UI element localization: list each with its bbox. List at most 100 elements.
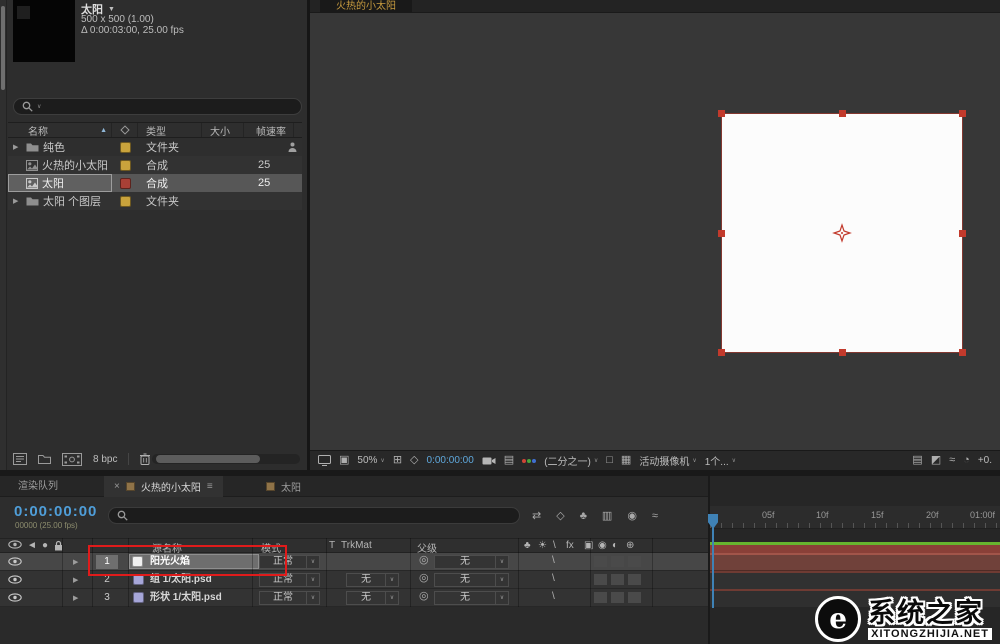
selected-layer-bounds[interactable] — [722, 114, 962, 352]
twirl-icon[interactable]: ▶ — [13, 197, 22, 205]
project-search-box[interactable]: ∨ — [13, 98, 302, 115]
column-header-size[interactable]: 大小 — [202, 123, 244, 137]
frame-blend-switch-icon[interactable]: ▣ — [584, 540, 593, 551]
switch-cell[interactable] — [628, 556, 641, 567]
column-t[interactable]: T — [329, 540, 335, 551]
new-folder-icon[interactable] — [38, 454, 51, 464]
quality-switch-icon[interactable]: \ — [553, 540, 556, 551]
draft-3d-icon[interactable]: ◇ — [556, 509, 564, 522]
trash-icon[interactable] — [140, 453, 150, 465]
parent-pickwhip-icon[interactable]: ◎ — [419, 573, 429, 584]
chevron-down-icon[interactable]: ∨ — [307, 573, 320, 587]
channels-icon[interactable] — [522, 459, 536, 463]
chevron-down-icon[interactable]: ∨ — [307, 591, 320, 605]
switch-cell[interactable] — [611, 574, 624, 585]
preview-timecode[interactable]: 0:00:00:00 — [427, 455, 474, 466]
label-color-chip[interactable] — [120, 142, 131, 153]
current-timecode[interactable]: 0:00:00:00 — [14, 503, 97, 520]
parent-select[interactable]: 无 — [434, 573, 496, 587]
switch-cell[interactable] — [628, 574, 641, 585]
layer-name-field[interactable]: 阳光火焰 — [129, 554, 259, 569]
project-item-row-comp-sun-selected[interactable]: 太阳 合成 25 — [8, 174, 302, 192]
project-item-row-sun-layers-folder[interactable]: ▶ 太阳 个图层 文件夹 — [8, 192, 302, 210]
region-of-interest-icon[interactable]: □ — [606, 455, 613, 466]
twirl-icon[interactable]: ▶ — [73, 594, 78, 602]
new-composition-icon[interactable] — [62, 453, 82, 466]
timeline-graph-icon[interactable]: ≈ — [949, 455, 955, 466]
project-item-row-solids[interactable]: ▶ 纯色 文件夹 — [8, 138, 302, 156]
tab-comp-hot-sun-active[interactable]: × 火热的小太阳 ≡ — [104, 476, 223, 497]
time-ruler[interactable]: 05f 10f 15f 20f 01:00f — [710, 506, 1000, 529]
layer-row-1[interactable]: ▶ 1 阳光火焰 正常 ∨ ◎ 无 ∨ \ — [0, 553, 708, 571]
collapse-switch-icon[interactable]: ☀ — [538, 540, 547, 551]
chevron-down-icon[interactable]: ∨ — [386, 573, 399, 587]
transform-handle-se[interactable] — [959, 349, 966, 356]
layer-row-3[interactable]: ▶ 3 形状 1/太阳.psd 正常 ∨ 无 ∨ ◎ 无 ∨ \ — [0, 589, 708, 607]
transform-handle-sw[interactable] — [718, 349, 725, 356]
panel-menu-icon[interactable]: ≡ — [207, 481, 213, 492]
show-snapshot-icon[interactable]: ▤ — [504, 455, 514, 466]
transform-handle-ne[interactable] — [959, 110, 966, 117]
horizontal-scrollbar[interactable] — [152, 454, 300, 464]
tab-comp-sun[interactable]: 太阳 — [256, 476, 311, 497]
scrollbar-thumb[interactable] — [156, 455, 260, 463]
lock-column-icon[interactable] — [54, 540, 63, 551]
layer-switches[interactable] — [594, 574, 641, 585]
layer-row-2[interactable]: ▶ 2 组 1/太阳.psd 正常 ∨ 无 ∨ ◎ 无 ∨ \ — [0, 571, 708, 589]
layer-switches[interactable] — [594, 592, 641, 603]
eye-icon[interactable] — [8, 557, 22, 566]
project-bit-depth-button[interactable]: 8 bpc — [93, 454, 117, 465]
transform-handle-n[interactable] — [839, 110, 846, 117]
parent-select[interactable]: 无 — [434, 591, 496, 605]
video-column-icon[interactable] — [8, 540, 22, 549]
motion-blur-switch-icon[interactable]: ◉ — [598, 540, 607, 551]
label-color-chip[interactable] — [120, 160, 131, 171]
switch-cell[interactable] — [594, 574, 607, 585]
parent-select[interactable]: 无 — [434, 555, 496, 569]
eye-icon[interactable] — [8, 575, 22, 584]
frame-blending-icon[interactable]: ▥ — [602, 509, 612, 522]
snapshot-camera-icon[interactable] — [482, 456, 496, 466]
graph-editor-icon[interactable]: ≈ — [652, 510, 658, 522]
column-header-name[interactable]: 名称 ▲ — [8, 123, 112, 137]
fx-switch-icon[interactable]: fx — [566, 540, 574, 551]
switch-cell[interactable] — [611, 592, 624, 603]
mini-flowchart-icon[interactable]: ⇄ — [532, 509, 541, 522]
hide-shy-layers-icon[interactable]: ♣ — [580, 510, 587, 522]
parent-pickwhip-icon[interactable]: ◎ — [419, 591, 429, 602]
comp-viewer-tab[interactable]: 火热的小太阳 — [320, 0, 412, 13]
search-options-caret-icon[interactable]: ∨ — [37, 103, 41, 110]
eye-icon[interactable] — [8, 593, 22, 602]
sort-ascending-icon[interactable]: ▲ — [100, 127, 107, 134]
always-preview-icon[interactable] — [318, 455, 331, 466]
timeline-search-box[interactable] — [108, 507, 520, 524]
mask-visibility-icon[interactable]: ◇ — [410, 455, 418, 466]
fast-previews-icon[interactable]: ◩ — [931, 455, 941, 466]
blend-mode-select[interactable]: 正常 — [259, 591, 307, 605]
quality-switch[interactable]: \ — [552, 573, 555, 584]
column-header-label[interactable] — [112, 123, 138, 137]
chevron-down-icon[interactable]: ∨ — [496, 555, 509, 569]
parent-pickwhip-icon[interactable]: ◎ — [419, 555, 429, 566]
anchor-point-icon[interactable] — [832, 223, 852, 243]
twirl-icon[interactable]: ▶ — [73, 576, 78, 584]
layer-color-chip[interactable] — [132, 556, 143, 567]
transform-handle-nw[interactable] — [718, 110, 725, 117]
grid-guides-icon[interactable]: ⊞ — [393, 455, 402, 466]
label-color-chip[interactable] — [120, 178, 131, 189]
switch-cell[interactable] — [628, 592, 641, 603]
layer-switches[interactable] — [594, 556, 641, 567]
chevron-down-icon[interactable]: ∨ — [386, 591, 399, 605]
camera-view-select[interactable]: 活动摄像机 ∨ — [639, 453, 696, 468]
blend-mode-select[interactable]: 正常 — [259, 573, 307, 587]
quality-switch[interactable]: \ — [552, 555, 555, 566]
playhead-line[interactable] — [712, 528, 714, 608]
panel-edge-scrollbar[interactable] — [0, 0, 7, 470]
layer-color-chip[interactable] — [133, 592, 144, 603]
blend-mode-select[interactable]: 正常 — [259, 555, 307, 569]
layer-2-duration-bar[interactable] — [710, 571, 1000, 589]
column-header-type[interactable]: 类型 — [138, 123, 202, 137]
zoom-select[interactable]: 50% ∨ — [357, 455, 384, 466]
3d-switch-icon[interactable]: ⊕ — [626, 540, 634, 551]
twirl-icon[interactable]: ▶ — [13, 143, 22, 151]
